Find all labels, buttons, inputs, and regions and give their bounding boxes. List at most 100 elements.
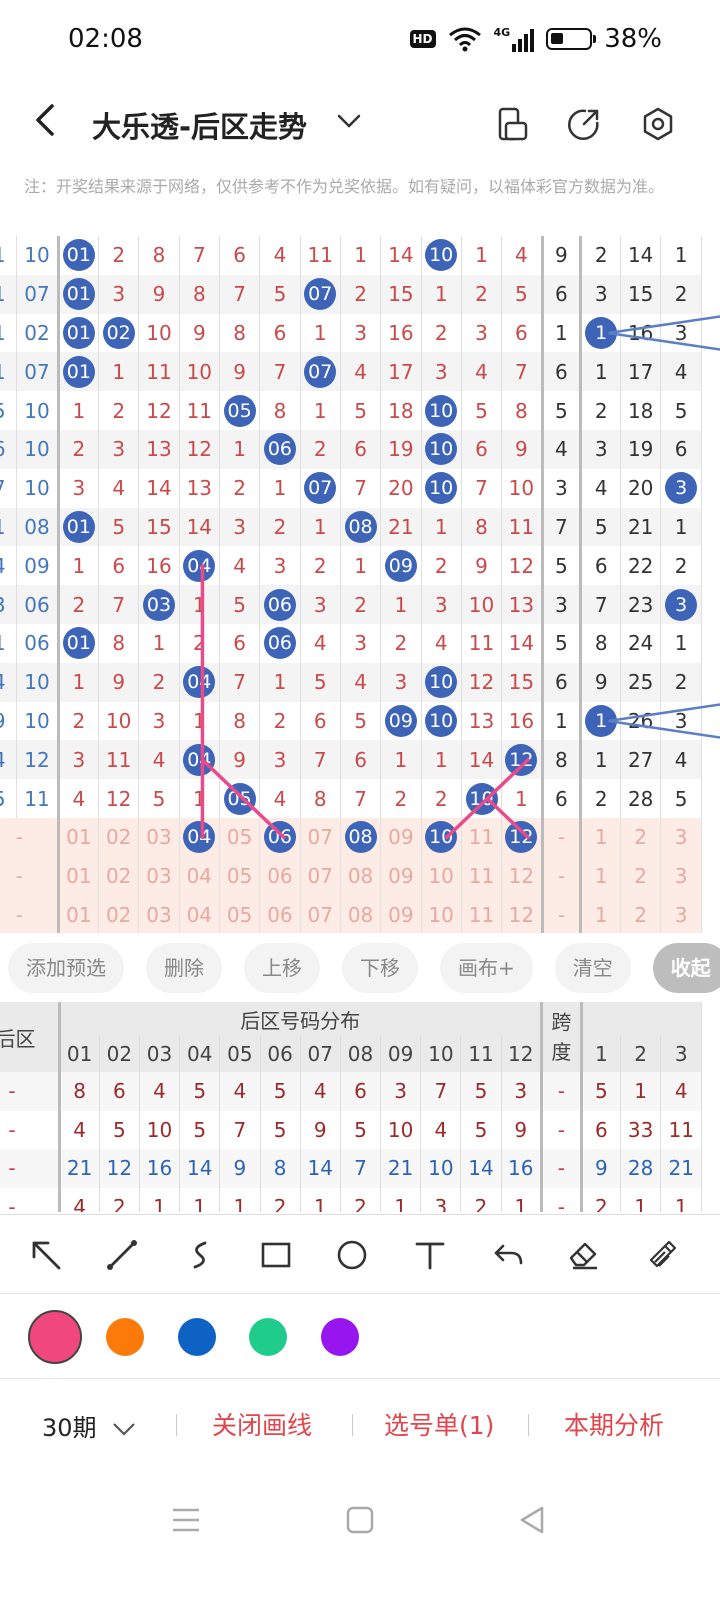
number-cell[interactable]: 2 xyxy=(300,429,341,469)
number-cell[interactable]: 1 xyxy=(380,585,422,624)
period-analysis-button[interactable]: 本期分析 xyxy=(564,1406,664,1442)
preselect-cell[interactable]: 12 xyxy=(501,817,544,857)
share-icon[interactable] xyxy=(564,104,604,144)
home-nav-icon[interactable] xyxy=(344,1504,376,1540)
trend-chart-grid[interactable]: 1100128764111141014921411070139875072151… xyxy=(0,236,720,933)
preselect-cell[interactable]: 11 xyxy=(461,856,503,896)
number-cell[interactable]: 3 xyxy=(98,274,140,314)
number-cell[interactable]: 4 xyxy=(259,779,301,818)
number-cell[interactable]: 2 xyxy=(421,313,462,353)
number-cell[interactable]: 9 xyxy=(179,313,220,353)
number-cell[interactable]: 4 xyxy=(421,623,462,663)
number-cell[interactable]: 5 xyxy=(138,779,180,818)
number-cell[interactable]: 8 xyxy=(179,274,220,314)
action-button[interactable]: 画布+ xyxy=(440,943,533,993)
number-cell[interactable]: 07 xyxy=(300,468,341,508)
number-cell[interactable]: 8 xyxy=(138,236,180,275)
number-cell[interactable]: 2 xyxy=(259,507,301,547)
number-cell[interactable]: 2 xyxy=(138,662,180,702)
number-cell[interactable]: 07 xyxy=(300,274,341,314)
number-cell[interactable]: 3 xyxy=(461,313,503,353)
number-cell[interactable]: 6 xyxy=(501,313,544,353)
number-cell[interactable]: 12 xyxy=(501,740,544,780)
number-cell[interactable]: 2 xyxy=(461,274,503,314)
preselect-cell[interactable]: 06 xyxy=(259,895,301,933)
number-cell[interactable]: 6 xyxy=(340,740,382,780)
drawn-number-ball[interactable]: 01 xyxy=(62,355,95,388)
number-cell[interactable]: 8 xyxy=(219,701,261,741)
number-cell[interactable]: 12 xyxy=(98,779,140,818)
action-button[interactable]: 清空 xyxy=(554,943,631,993)
preselect-cell[interactable]: 02 xyxy=(98,895,140,933)
page-title[interactable]: 大乐透-后区走势 xyxy=(92,104,307,146)
number-cell[interactable]: 1 xyxy=(300,507,341,547)
selected-number-ball[interactable]: 04 xyxy=(183,821,216,854)
drawn-number-ball[interactable]: 08 xyxy=(344,510,377,543)
number-cell[interactable]: 2 xyxy=(98,236,140,275)
drawn-number-ball[interactable]: 04 xyxy=(183,743,216,776)
number-cell[interactable]: 6 xyxy=(300,701,341,741)
preselect-cell[interactable]: 05 xyxy=(219,895,261,933)
number-cell[interactable]: 3 xyxy=(340,313,382,353)
number-cell[interactable]: 9 xyxy=(219,740,261,780)
arrow-tool-icon[interactable] xyxy=(20,1229,72,1281)
preselect-cell[interactable]: 07 xyxy=(300,895,341,933)
number-cell[interactable]: 05 xyxy=(219,779,261,818)
preselect-cell[interactable]: 09 xyxy=(380,895,422,933)
drawn-number-ball[interactable]: 10 xyxy=(465,782,498,815)
number-cell[interactable]: 18 xyxy=(380,391,422,430)
drawn-number-ball[interactable]: 01 xyxy=(62,316,95,349)
drawn-number-ball[interactable]: 12 xyxy=(505,743,538,776)
number-cell[interactable]: 4 xyxy=(461,352,503,392)
number-cell[interactable]: 1 xyxy=(58,391,100,430)
number-cell[interactable]: 5 xyxy=(219,585,261,624)
drawn-number-ball[interactable]: 01 xyxy=(62,627,95,660)
number-cell[interactable]: 16 xyxy=(380,313,422,353)
number-cell[interactable]: 12 xyxy=(179,429,220,469)
number-cell[interactable]: 14 xyxy=(138,468,180,508)
action-button[interactable]: 下移 xyxy=(342,943,418,993)
drawn-number-ball[interactable]: 06 xyxy=(263,588,296,621)
number-cell[interactable]: 1 xyxy=(421,740,462,780)
number-cell[interactable]: 14 xyxy=(179,507,220,547)
number-cell[interactable]: 7 xyxy=(501,352,544,392)
preselect-cell[interactable]: 05 xyxy=(219,817,261,857)
number-cell[interactable]: 3 xyxy=(259,740,301,780)
drawn-number-ball[interactable]: 03 xyxy=(143,588,175,621)
selected-number-ball[interactable]: 12 xyxy=(505,821,538,854)
number-cell[interactable]: 14 xyxy=(501,623,544,663)
drawn-number-ball[interactable]: 01 xyxy=(62,278,95,311)
back-arrow-icon[interactable] xyxy=(30,100,60,149)
number-cell[interactable]: 2 xyxy=(340,585,382,624)
number-cell[interactable]: 20 xyxy=(380,468,422,508)
preselect-cell[interactable]: 01 xyxy=(58,817,100,857)
number-cell[interactable]: 13 xyxy=(461,701,503,741)
circle-tool-icon[interactable] xyxy=(326,1229,378,1281)
close-lines-button[interactable]: 关闭画线 xyxy=(212,1406,312,1442)
number-cell[interactable]: 01 xyxy=(58,313,100,353)
number-cell[interactable]: 1 xyxy=(501,779,544,818)
number-cell[interactable]: 4 xyxy=(501,236,544,275)
preselect-row[interactable]: -01 02 03 04 05 06 07 08 09 10 11 12-1 2 3 xyxy=(0,817,702,857)
preselect-cell[interactable]: 11 xyxy=(461,817,503,857)
number-cell[interactable]: 11 xyxy=(300,236,341,275)
number-cell[interactable]: 2 xyxy=(98,391,140,430)
number-cell[interactable]: 1 xyxy=(421,274,462,314)
preselect-cell[interactable]: 10 xyxy=(421,817,462,857)
color-swatch-purple[interactable] xyxy=(321,1318,359,1356)
number-cell[interactable]: 06 xyxy=(259,585,301,624)
number-cell[interactable]: 06 xyxy=(259,623,301,663)
number-cell[interactable]: 2 xyxy=(421,779,462,818)
action-button[interactable]: 收起 xyxy=(652,943,720,993)
number-cell[interactable]: 8 xyxy=(259,391,301,430)
undo-tool-icon[interactable] xyxy=(482,1229,534,1281)
preselect-cell[interactable]: 08 xyxy=(340,895,382,933)
number-cell[interactable]: 03 xyxy=(138,585,180,624)
number-cell[interactable]: 1 xyxy=(340,236,382,275)
action-button[interactable]: 删除 xyxy=(146,943,222,993)
number-cell[interactable]: 15 xyxy=(138,507,180,547)
preselect-cell[interactable]: 02 xyxy=(98,817,140,857)
number-cell[interactable]: 3 xyxy=(259,546,301,586)
number-cell[interactable]: 5 xyxy=(259,274,301,314)
number-cell[interactable]: 8 xyxy=(501,391,544,430)
